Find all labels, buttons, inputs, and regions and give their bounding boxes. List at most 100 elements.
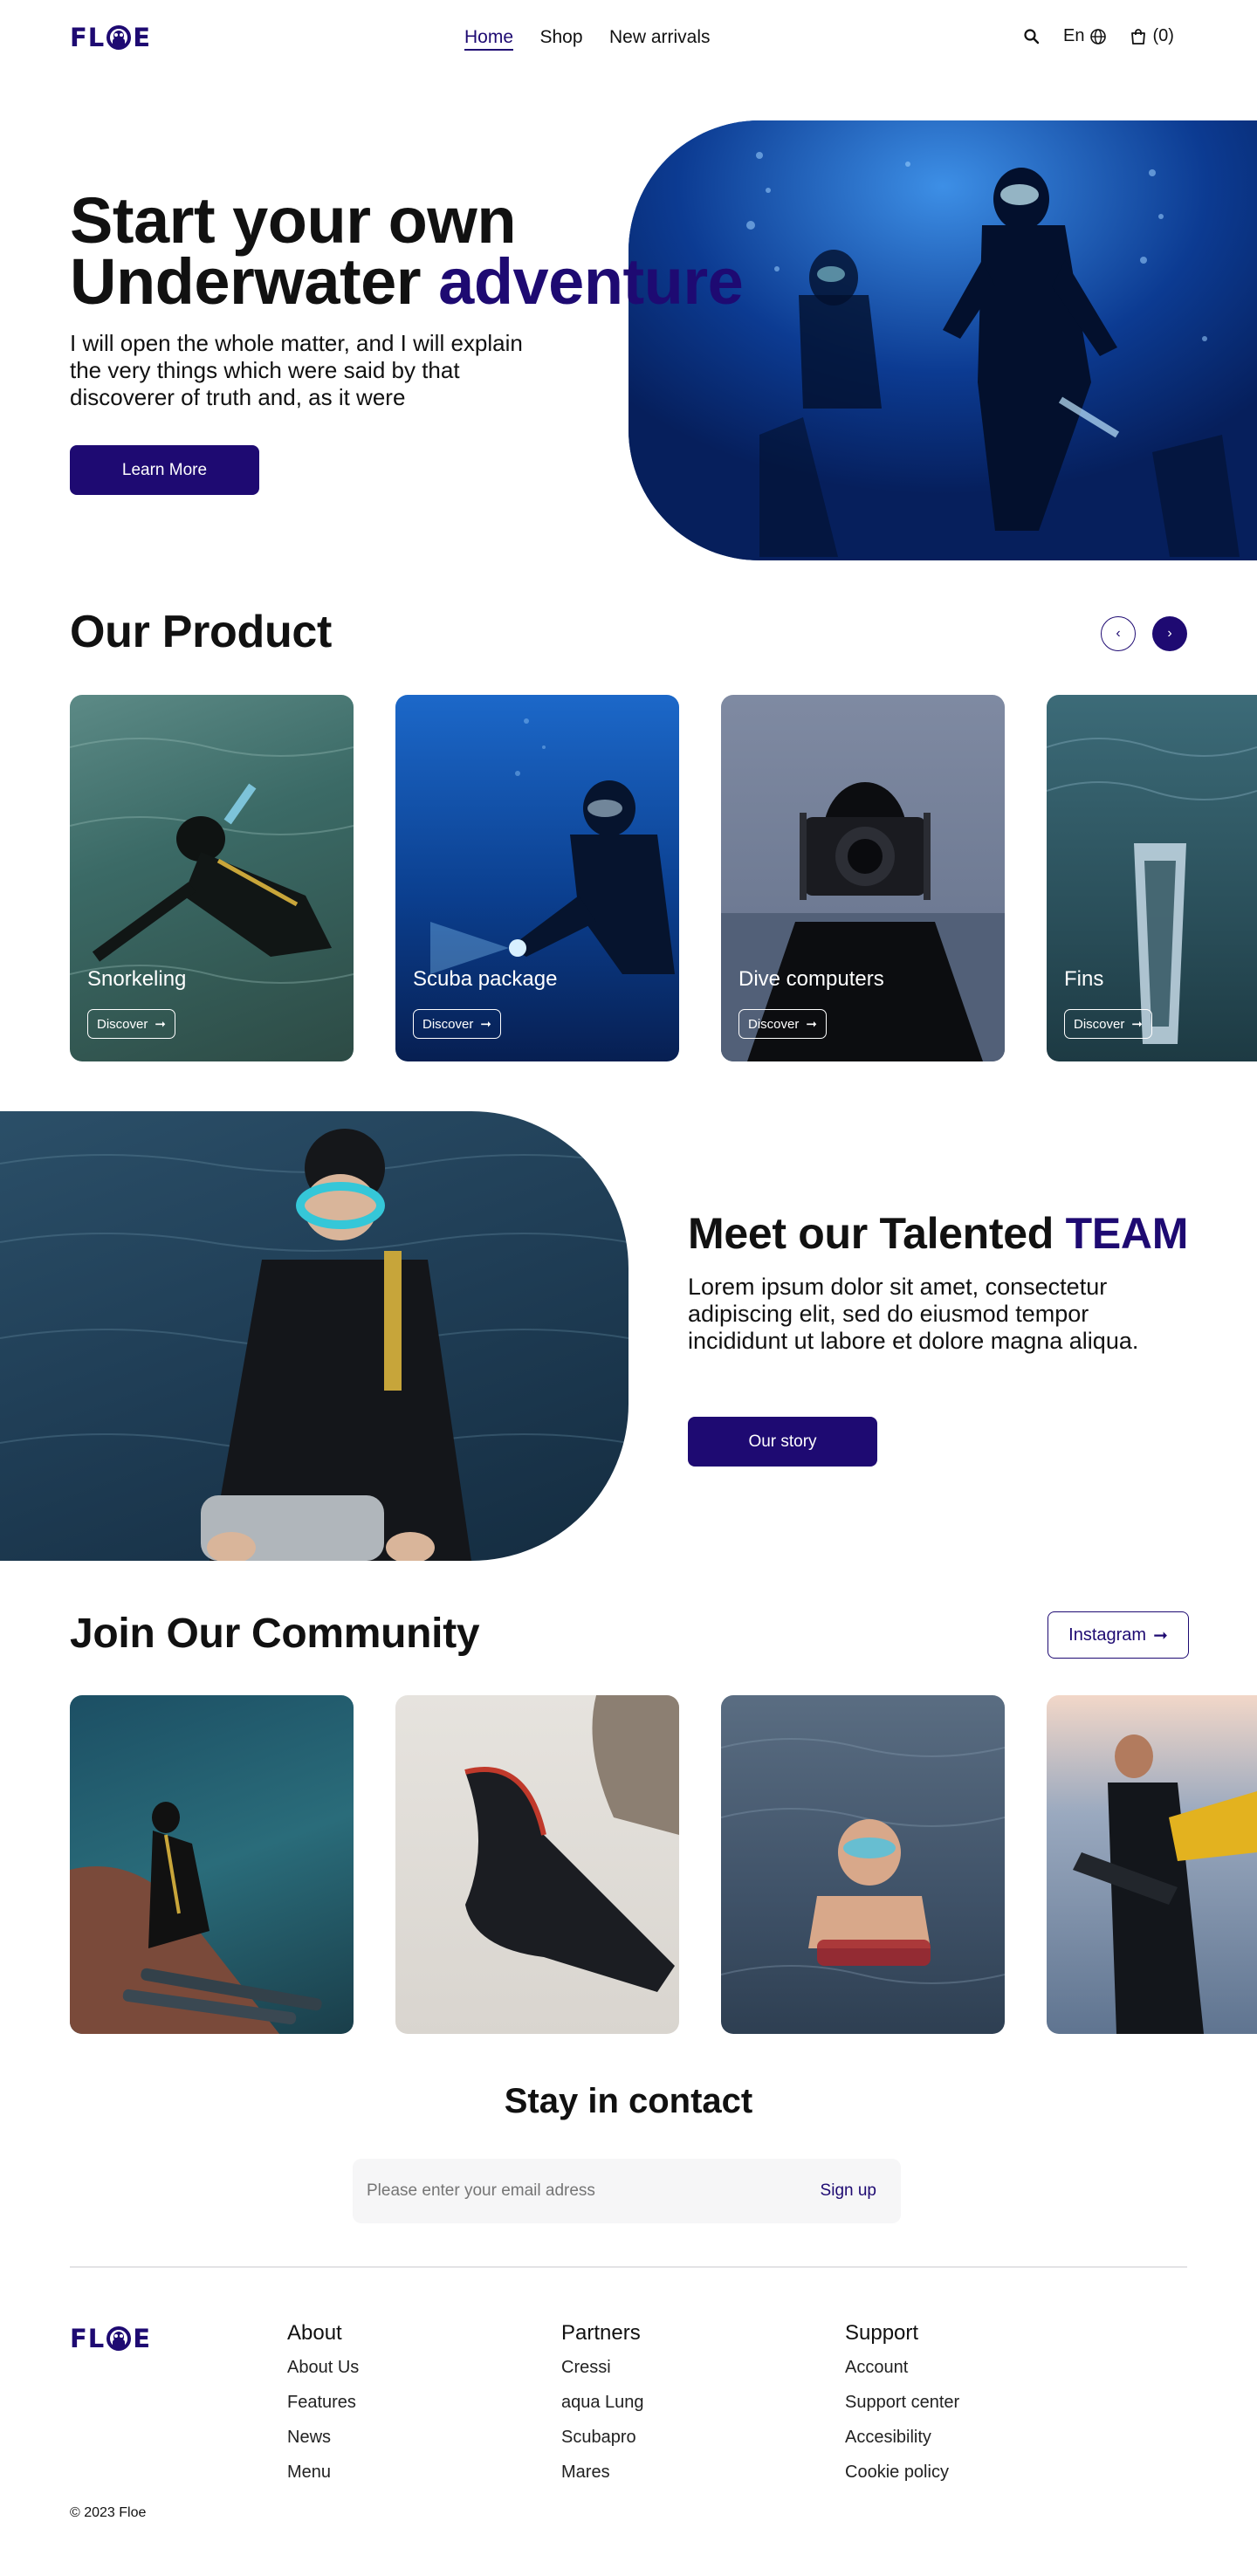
snorkeling-image	[70, 738, 354, 984]
email-input[interactable]	[367, 2181, 698, 2201]
product-card-snorkeling[interactable]: Snorkeling Discover ➞	[70, 695, 354, 1061]
footer-link[interactable]: Menu	[287, 2463, 359, 2483]
team-title: Meet our Talented TEAM	[688, 1208, 1188, 1259]
footer-divider	[70, 2266, 1187, 2268]
globe-icon	[1090, 28, 1107, 45]
hero-diver-illustration	[628, 120, 1257, 560]
hero-title-line2: Underwater adventure	[70, 250, 786, 314]
diver-on-rocks-image	[70, 1802, 322, 2034]
logo-text-e: E	[133, 23, 152, 52]
hero-image	[628, 120, 1257, 560]
scuba-image	[430, 718, 675, 974]
footer-col-support: Support Account Support center Accesibil…	[845, 2321, 959, 2497]
footer-link[interactable]: Cookie policy	[845, 2463, 959, 2483]
team-diver-illustration	[0, 1129, 628, 1561]
shopping-bag-icon	[1131, 28, 1146, 45]
cart-button[interactable]: (0)	[1130, 26, 1174, 46]
logo-text-e: E	[133, 2324, 152, 2353]
nav-shop[interactable]: Shop	[539, 27, 582, 47]
footer-link[interactable]: Features	[287, 2393, 359, 2413]
hero-title-line1: Start your own	[70, 184, 517, 257]
language-selector[interactable]: En	[1063, 26, 1107, 46]
product-card-label: Scuba package	[413, 967, 558, 991]
footer-logo[interactable]: FL E	[70, 2324, 151, 2353]
team-description: Lorem ipsum dolor sit amet, consectetur …	[688, 1274, 1139, 1354]
footer-link[interactable]: Scubapro	[561, 2428, 644, 2448]
discover-button[interactable]: Discover ➞	[738, 1009, 827, 1039]
newsletter-form: Sign up	[353, 2159, 901, 2223]
discover-label: Discover	[1074, 1016, 1125, 1032]
language-label: En	[1063, 26, 1085, 45]
logo-text-fl: FL	[70, 2324, 106, 2353]
community-title: Join Our Community	[70, 1611, 480, 1657]
products-prev-button[interactable]: ‹	[1101, 616, 1136, 651]
footer-link[interactable]: News	[287, 2428, 359, 2448]
fins-image	[1047, 738, 1257, 1044]
hero-title-accent: adventure	[438, 245, 744, 318]
footer-col-title: About	[287, 2321, 342, 2345]
search-icon	[1024, 28, 1040, 44]
team-image	[0, 1111, 628, 1561]
header-actions: En (0)	[1023, 26, 1174, 46]
main-nav: Home Shop New arrivals	[464, 27, 733, 51]
footer-link[interactable]: Account	[845, 2358, 959, 2378]
product-card-label: Snorkeling	[87, 967, 187, 991]
arrow-right-icon: ➞	[480, 1017, 491, 1032]
diver-with-fins-image	[1073, 1735, 1257, 2034]
product-card-fins[interactable]: Fins Discover ➞	[1047, 695, 1257, 1061]
fin-on-sand-image	[464, 1695, 679, 1992]
cart-count: (0)	[1152, 26, 1174, 45]
arrow-right-icon: ➞	[806, 1017, 817, 1032]
discover-button[interactable]: Discover ➞	[413, 1009, 501, 1039]
discover-label: Discover	[422, 1016, 474, 1032]
product-card-scuba[interactable]: Scuba package Discover ➞	[395, 695, 679, 1061]
product-card-label: Dive computers	[738, 967, 884, 991]
hero-title-plain: Underwater	[70, 245, 422, 318]
arrow-right-icon: ➞	[1153, 1625, 1168, 1645]
learn-more-button[interactable]: Learn More	[70, 445, 259, 495]
copyright-year: © 2023	[70, 2505, 115, 2520]
community-photo[interactable]	[395, 1695, 679, 2034]
footer-col-partners: Partners Cressi aqua Lung Scubapro Mares	[561, 2321, 644, 2497]
diver-mask-logo-icon	[106, 2326, 132, 2351]
nav-new-arrivals[interactable]: New arrivals	[609, 27, 711, 47]
copyright-name: Floe	[119, 2505, 147, 2520]
arrow-right-icon: ➞	[155, 1017, 166, 1032]
products-next-button[interactable]: ›	[1152, 616, 1187, 651]
instagram-button[interactable]: Instagram ➞	[1048, 1611, 1189, 1659]
our-story-button[interactable]: Our story	[688, 1417, 877, 1467]
footer-link[interactable]: Mares	[561, 2463, 644, 2483]
products-title: Our Product	[70, 607, 333, 657]
footer-link[interactable]: Cressi	[561, 2358, 644, 2378]
copyright: © 2023 Floe	[70, 2505, 146, 2521]
community-photo[interactable]	[70, 1695, 354, 2034]
instagram-label: Instagram	[1068, 1625, 1147, 1645]
product-card-dive-computers[interactable]: Dive computers Discover ➞	[721, 695, 1005, 1061]
footer-link[interactable]: About Us	[287, 2358, 359, 2378]
dive-computers-image	[721, 782, 1005, 1061]
discover-button[interactable]: Discover ➞	[1064, 1009, 1152, 1039]
footer-link[interactable]: Accesibility	[845, 2428, 959, 2448]
footer-link[interactable]: Support center	[845, 2393, 959, 2413]
logo-text-fl: FL	[70, 23, 106, 52]
community-photo[interactable]	[1047, 1695, 1257, 2034]
diver-mask-logo-icon	[106, 25, 132, 50]
community-photo[interactable]	[721, 1695, 1005, 2034]
hero-title: Start your own Underwater adventure	[70, 184, 786, 314]
hero-description: I will open the whole matter, and I will…	[70, 330, 523, 410]
child-snorkeling-image	[721, 1738, 1005, 1984]
footer-col-title: Support	[845, 2321, 919, 2345]
product-card-label: Fins	[1064, 967, 1104, 991]
search-button[interactable]	[1023, 28, 1041, 45]
team-title-plain: Meet our Talented	[688, 1209, 1054, 1258]
team-title-accent: TEAM	[1065, 1209, 1189, 1258]
brand-logo[interactable]: FL E	[70, 23, 151, 52]
footer-col-about: About About Us Features News Menu	[287, 2321, 359, 2497]
chevron-left-icon: ‹	[1116, 626, 1121, 641]
signup-button[interactable]: Sign up	[821, 2181, 876, 2201]
footer-link[interactable]: aqua Lung	[561, 2393, 644, 2413]
discover-button[interactable]: Discover ➞	[87, 1009, 175, 1039]
contact-title: Stay in contact	[504, 2082, 753, 2120]
footer-col-title: Partners	[561, 2321, 641, 2345]
nav-home[interactable]: Home	[464, 27, 514, 51]
